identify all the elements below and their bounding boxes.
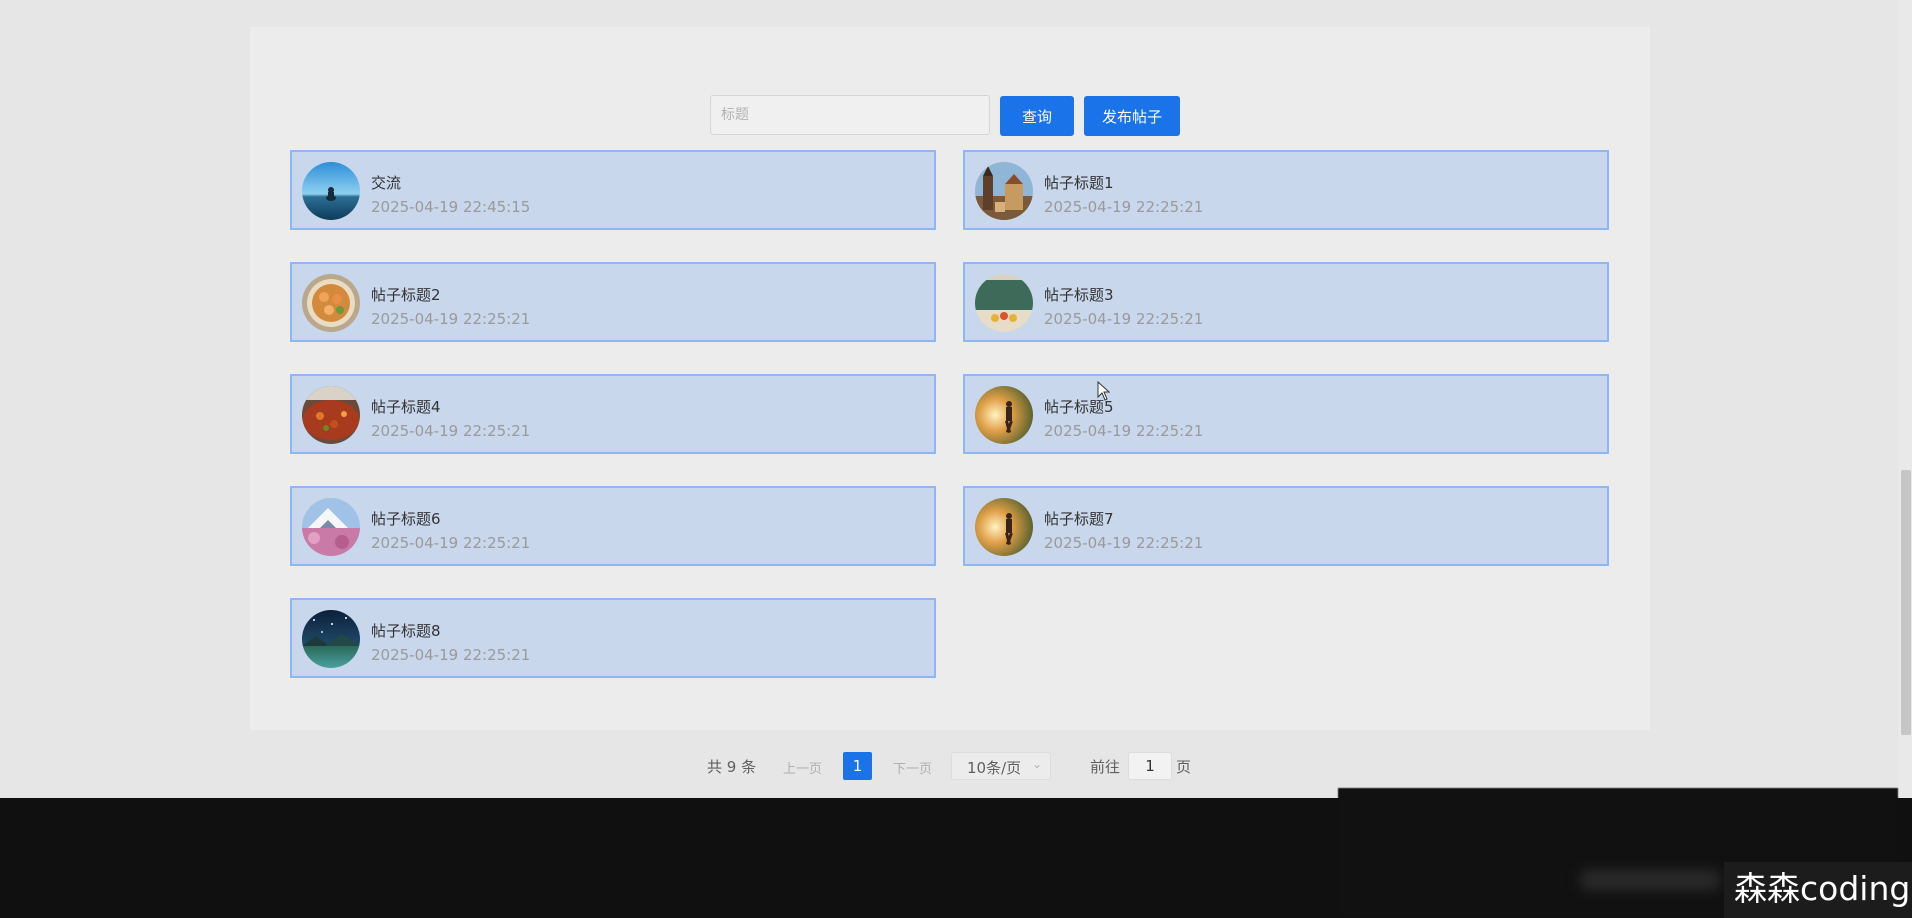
post-time: 2025-04-19 22:25:21	[371, 422, 531, 440]
shrimp-dish-image	[302, 274, 360, 332]
old-town-tower-image	[975, 162, 1033, 220]
post-card[interactable]: 帖子标题5 2025-04-19 22:25:21	[963, 374, 1609, 454]
runner-sunset-image	[975, 386, 1033, 444]
page-unit-label: 页	[1176, 758, 1192, 776]
page-size-value: 10条/页	[967, 759, 1022, 777]
post-card[interactable]: 帖子标题7 2025-04-19 22:25:21	[963, 486, 1609, 566]
mouse-cursor-icon	[1097, 381, 1111, 401]
mountain-blossom-image	[302, 498, 360, 556]
post-time: 2025-04-19 22:25:21	[371, 646, 531, 664]
query-button[interactable]: 查询	[1000, 96, 1074, 136]
post-title: 帖子标题4	[371, 398, 441, 416]
post-card[interactable]: 帖子标题3 2025-04-19 22:25:21	[963, 262, 1609, 342]
starry-lake-image	[302, 610, 360, 668]
post-title: 帖子标题8	[371, 622, 441, 640]
classroom-flowers-image	[975, 274, 1033, 332]
search-bar: 查询 发布帖子	[250, 95, 1650, 137]
chevron-down-icon: ⌄	[1031, 757, 1042, 771]
post-time: 2025-04-19 22:25:21	[1044, 422, 1204, 440]
post-title: 帖子标题3	[1044, 286, 1114, 304]
scrollbar-thumb[interactable]	[1901, 470, 1911, 735]
post-title: 帖子标题1	[1044, 174, 1114, 192]
post-card[interactable]: 帖子标题8 2025-04-19 22:25:21	[290, 598, 936, 678]
post-time: 2025-04-19 22:25:21	[371, 534, 531, 552]
watermark: 森森coding	[1724, 862, 1912, 918]
current-page-button[interactable]: 1	[843, 752, 872, 780]
next-page-button[interactable]: 下一页	[893, 758, 932, 777]
post-time: 2025-04-19 22:25:21	[1044, 534, 1204, 552]
blurred-caption	[1580, 870, 1720, 890]
runner-sunset-image	[975, 498, 1033, 556]
post-time: 2025-04-19 22:25:21	[1044, 310, 1204, 328]
page-size-select[interactable]: 10条/页 ⌄	[951, 752, 1051, 780]
goto-label: 前往	[1090, 758, 1121, 776]
post-time: 2025-04-19 22:25:21	[371, 310, 531, 328]
prev-page-button[interactable]: 上一页	[783, 758, 822, 777]
post-card[interactable]: 帖子标题4 2025-04-19 22:25:21	[290, 374, 936, 454]
title-search-input[interactable]	[710, 95, 990, 135]
post-card[interactable]: 帖子标题6 2025-04-19 22:25:21	[290, 486, 936, 566]
post-card[interactable]: 帖子标题1 2025-04-19 22:25:21	[963, 150, 1609, 230]
spicy-food-image	[302, 386, 360, 444]
post-time: 2025-04-19 22:45:15	[371, 198, 531, 216]
publish-post-button[interactable]: 发布帖子	[1084, 96, 1180, 136]
post-card[interactable]: 帖子标题2 2025-04-19 22:25:21	[290, 262, 936, 342]
meditation-lake-image	[302, 162, 360, 220]
pagination-total: 共 9 条	[707, 758, 757, 776]
goto-page-input[interactable]	[1128, 752, 1172, 780]
post-title: 帖子标题7	[1044, 510, 1114, 528]
post-list-panel: 查询 发布帖子 交流 2025-04-19 22:45:15	[250, 27, 1650, 730]
post-title: 帖子标题6	[371, 510, 441, 528]
post-title: 交流	[371, 174, 402, 192]
post-time: 2025-04-19 22:25:21	[1044, 198, 1204, 216]
post-title: 帖子标题2	[371, 286, 441, 304]
post-card[interactable]: 交流 2025-04-19 22:45:15	[290, 150, 936, 230]
pagination: 共 9 条 上一页 1 下一页 10条/页 ⌄ 前往 页	[0, 752, 1912, 780]
